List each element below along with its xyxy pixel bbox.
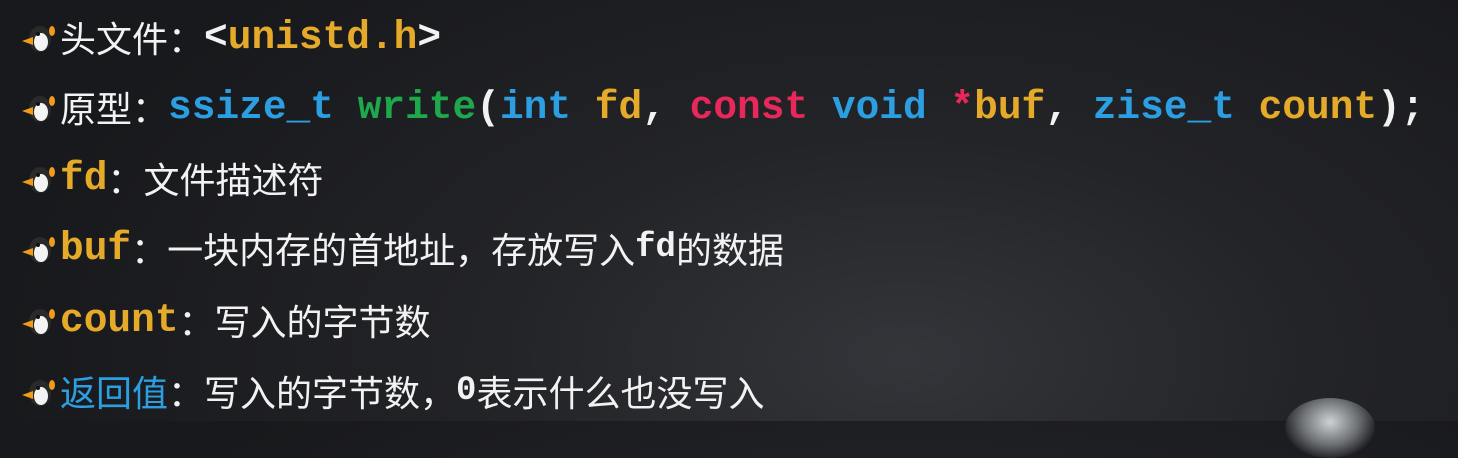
penguin-icon (18, 17, 58, 57)
prototype-line: 原型： ssize_t write(int fd, const void *buf… (18, 82, 1425, 132)
token: count (1258, 84, 1378, 130)
angle-open: < (204, 14, 228, 60)
label: 返回值 (60, 374, 169, 415)
header-file-line: 头文件： < unistd.h > (18, 12, 441, 62)
label: fd (60, 155, 108, 201)
inline-code: fd (635, 229, 676, 267)
description: 表示什么也没写入 (476, 374, 765, 415)
token: , (642, 84, 690, 130)
fd-line: fd：文件描述符 (18, 153, 323, 203)
label: 头文件 (60, 20, 169, 61)
description: 的数据 (675, 231, 784, 272)
token: write (357, 84, 477, 130)
return-value-line: 返回值：写入的字节数， 0 表示什么也没写入 (18, 366, 764, 416)
token: * (950, 84, 975, 130)
token: ( (476, 84, 500, 130)
separator: ： (132, 90, 169, 131)
token: const (689, 84, 809, 130)
penguin-icon (18, 158, 58, 198)
penguin-icon (18, 300, 58, 340)
header-name: unistd.h (227, 14, 418, 60)
token: ); (1377, 84, 1425, 130)
label: buf (60, 225, 132, 271)
separator: ： (168, 20, 205, 61)
description: 写入的字节数， (204, 374, 457, 415)
penguin-icon (18, 87, 58, 127)
label: count (60, 297, 179, 343)
buf-line: buf：一块内存的首地址，存放写入 fd 的数据 (18, 223, 784, 273)
count-line: count：写入的字节数 (18, 295, 431, 345)
description: 写入的字节数 (214, 303, 431, 344)
token: ssize_t (168, 84, 334, 130)
token: int (499, 84, 572, 130)
prototype-code: ssize_t write(int fd, const void *buf, z… (168, 85, 1425, 130)
token: void (831, 84, 927, 130)
token: zise_t (1092, 84, 1235, 130)
label: 原型 (60, 90, 133, 131)
penguin-icon (18, 371, 58, 411)
penguin-icon (18, 228, 58, 268)
separator: ： (131, 231, 168, 272)
presenter-head (1285, 398, 1375, 458)
token: fd (594, 84, 643, 130)
separator: ： (107, 161, 144, 202)
angle-close: > (417, 14, 442, 60)
separator: ： (168, 374, 205, 415)
token: , (1045, 84, 1093, 130)
token: buf (974, 84, 1046, 130)
inline-code: 0 (456, 372, 477, 410)
separator: ： (178, 303, 215, 344)
description: 一块内存的首地址，存放写入 (167, 231, 636, 272)
description: 文件描述符 (143, 161, 324, 202)
